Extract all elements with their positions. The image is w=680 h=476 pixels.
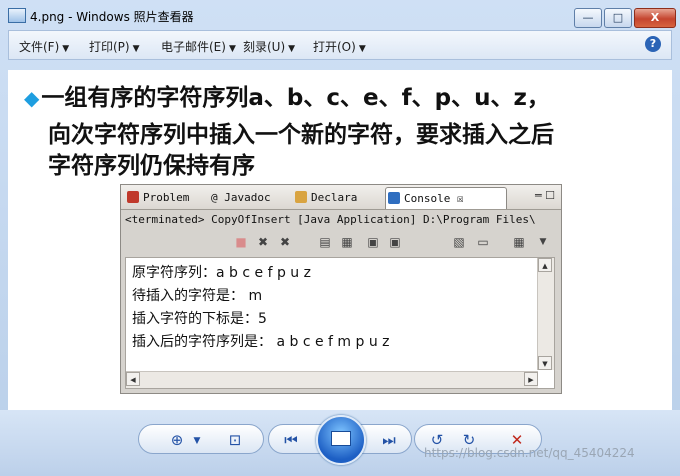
chevron-down-icon: ▼ [358, 44, 366, 54]
tab-problems-label: Problem [143, 191, 190, 204]
declaration-icon [295, 191, 307, 203]
maximize-button[interactable]: □ [604, 8, 632, 28]
viewer-controls-bar: ⊕ ▼ ⊡ ⏮ ⏭ ↺ ↻ ✕ [0, 410, 680, 476]
console-icon [388, 192, 400, 204]
menu-print-label: 打印(P) [89, 40, 130, 54]
eclipse-console-screenshot: Problem @ Javadoc Declara Console ☒ ═ ☐ … [120, 184, 562, 394]
chevron-down-icon: ▼ [62, 44, 70, 54]
scroll-down-icon: ▼ [538, 356, 552, 370]
console-line: 原字符序列：a b c e f p u z [132, 265, 311, 281]
tab-javadoc-label: @ Javadoc [211, 191, 271, 204]
menu-file[interactable]: 文件(F) ▼ [19, 38, 69, 55]
previous-icon[interactable]: ⏮ [280, 431, 302, 449]
console-toolbar: ■ ✖ ✖ ▤ ▦ ▣ ▣ ▧ ▭ ▦ ▼ [121, 231, 561, 255]
chevron-down-icon: ▼ [228, 44, 236, 54]
menu-burn-label: 刻录(U) [243, 40, 286, 54]
open-console-icon: ▭ [477, 235, 489, 249]
menu-email[interactable]: 电子邮件(E) ▼ [161, 38, 236, 55]
problems-icon [127, 191, 139, 203]
view-minimize-maximize-icons: ═ ☐ [535, 189, 555, 202]
title-bar[interactable]: 4.png - Windows 照片查看器 — □ X [0, 0, 680, 30]
chevron-down-icon: ▼ [539, 237, 547, 247]
terminated-status: <terminated> CopyOfInsert [Java Applicat… [125, 213, 536, 226]
tab-declaration: Declara [293, 187, 357, 208]
slide-line-1-text: 一组有序的字符序列a、b、c、e、f、p、u、z， [41, 85, 550, 111]
menu-file-label: 文件(F) [19, 40, 60, 54]
console-line: 插入后的字符序列是： a b c e f m p u z [132, 334, 390, 350]
scroll-lock-icon: ▦ [341, 235, 353, 249]
help-icon[interactable]: ? [645, 36, 661, 52]
tab-declaration-label: Declara [311, 191, 358, 204]
chevron-down-icon: ▼ [132, 44, 140, 54]
stop-icon: ■ [235, 235, 247, 249]
display-console-icon: ▧ [453, 235, 465, 249]
chevron-down-icon: ▼ [288, 44, 296, 54]
slide-line-2: 向次字符序列中插入一个新的字符，要求插入之后 [48, 122, 554, 148]
slide-line-1: ◆一组有序的字符序列a、b、c、e、f、p、u、z， [24, 84, 550, 113]
tab-console: Console ☒ [385, 187, 507, 209]
word-wrap-icon: ▣ [367, 235, 379, 249]
scroll-right-icon: ▶ [524, 372, 538, 386]
scroll-up-icon: ▲ [538, 258, 552, 272]
horizontal-scrollbar: ◀ ▶ [126, 371, 538, 388]
scroll-left-icon: ◀ [126, 372, 140, 386]
console-line: 插入字符的下标是：5 [132, 311, 267, 327]
next-icon[interactable]: ⏭ [378, 431, 400, 449]
actual-size-icon[interactable]: ⊡ [224, 431, 246, 449]
photo-viewer-window: 4.png - Windows 照片查看器 — □ X 文件(F) ▼ 打印(P)… [0, 0, 680, 476]
close-button[interactable]: X [634, 8, 676, 28]
photo-viewer-app-icon [8, 8, 26, 23]
tab-console-label: Console ☒ [404, 192, 464, 205]
menu-email-label: 电子邮件(E) [161, 40, 226, 54]
watermark: https://blog.csdn.net/qq_45404224 [424, 446, 635, 460]
diamond-bullet-icon: ◆ [24, 86, 40, 110]
console-line: 待插入的字符是： m [132, 288, 263, 304]
menu-burn[interactable]: 刻录(U) ▼ [243, 38, 295, 55]
slideshow-button[interactable] [316, 415, 366, 465]
remove-launch-icon: ✖ [257, 235, 269, 249]
menu-open-label: 打开(O) [313, 40, 356, 54]
pin-console-icon: ▣ [389, 235, 401, 249]
menu-bar: 文件(F) ▼ 打印(P) ▼ 电子邮件(E) ▼ 刻录(U) ▼ 打开(O) ▼ ? [8, 30, 672, 60]
clear-console-icon: ▤ [319, 235, 331, 249]
tab-javadoc: @ Javadoc [207, 187, 271, 208]
view-tabs: Problem @ Javadoc Declara Console ☒ ═ ☐ [121, 185, 561, 210]
slideshow-icon [331, 431, 351, 446]
vertical-scrollbar: ▲ ▼ [537, 258, 554, 370]
chevron-down-icon[interactable]: ▼ [186, 436, 208, 446]
menu-print[interactable]: 打印(P) ▼ [89, 38, 140, 55]
window-title: 4.png - Windows 照片查看器 [30, 10, 194, 24]
menu-open[interactable]: 打开(O) ▼ [313, 38, 366, 55]
slide-line-3: 字符序列仍保持有序 [48, 153, 255, 179]
tab-problems: Problem [125, 187, 189, 208]
console-output: 原字符序列：a b c e f p u z 待插入的字符是： m 插入字符的下标… [125, 257, 555, 389]
remove-all-icon: ✖ [279, 235, 291, 249]
image-view-area: ◆一组有序的字符序列a、b、c、e、f、p、u、z， 向次字符序列中插入一个新的… [8, 70, 672, 410]
zoom-icon[interactable]: ⊕ [166, 431, 188, 449]
slide-image: ◆一组有序的字符序列a、b、c、e、f、p、u、z， 向次字符序列中插入一个新的… [8, 70, 672, 410]
new-console-icon: ▦ [513, 235, 525, 249]
minimize-button[interactable]: — [574, 8, 602, 28]
